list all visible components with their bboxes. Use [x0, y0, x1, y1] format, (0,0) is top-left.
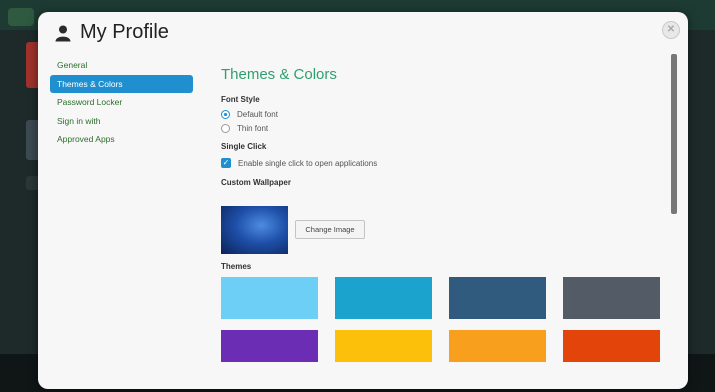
- check-icon: ✓: [221, 158, 231, 168]
- themes-content: Themes & Colors Font Style Default font …: [221, 66, 661, 362]
- sidebar-item-sign-in-with[interactable]: Sign in with: [50, 112, 193, 130]
- change-image-button[interactable]: Change Image: [295, 220, 365, 239]
- sidebar-item-general[interactable]: General: [50, 56, 193, 74]
- theme-swatch-navy[interactable]: [449, 277, 546, 319]
- sidebar-item-themes-colors[interactable]: Themes & Colors: [50, 74, 193, 93]
- page-title: My Profile: [80, 21, 169, 43]
- theme-swatch-slate[interactable]: [563, 277, 660, 319]
- section-heading: Themes & Colors: [221, 66, 337, 83]
- font-style-label: Font Style: [221, 95, 260, 104]
- single-click-checkbox[interactable]: ✓ Enable single click to open applicatio…: [221, 158, 377, 168]
- radio-default-font[interactable]: Default font: [221, 110, 278, 119]
- theme-swatch-blue[interactable]: [335, 277, 432, 319]
- scrollbar[interactable]: [671, 54, 677, 214]
- single-click-label: Single Click: [221, 142, 267, 151]
- radio-label: Default font: [237, 110, 278, 119]
- sidebar-item-password-locker[interactable]: Password Locker: [50, 93, 193, 111]
- radio-unselected-icon: [221, 124, 230, 133]
- theme-swatch-purple[interactable]: [221, 330, 318, 362]
- user-icon: [55, 25, 71, 41]
- custom-wallpaper-label: Custom Wallpaper: [221, 178, 291, 187]
- wallpaper-preview: [221, 206, 288, 254]
- theme-swatch-light-blue[interactable]: [221, 277, 318, 319]
- sidebar: General Themes & Colors Password Locker …: [50, 56, 193, 149]
- theme-swatch-yellow[interactable]: [335, 330, 432, 362]
- close-icon[interactable]: ✕: [662, 21, 680, 39]
- modal-header: My Profile: [54, 21, 169, 44]
- theme-swatch-orange[interactable]: [449, 330, 546, 362]
- sidebar-item-approved-apps[interactable]: Approved Apps: [50, 130, 193, 148]
- theme-swatch-red[interactable]: [563, 330, 660, 362]
- profile-modal: My Profile ✕ General Themes & Colors Pas…: [38, 12, 688, 389]
- desktop-app-icon: [8, 8, 34, 26]
- checkbox-label: Enable single click to open applications: [238, 158, 378, 168]
- radio-thin-font[interactable]: Thin font: [221, 124, 268, 133]
- radio-selected-icon: [221, 110, 230, 119]
- themes-label: Themes: [221, 262, 252, 271]
- radio-label: Thin font: [237, 124, 269, 133]
